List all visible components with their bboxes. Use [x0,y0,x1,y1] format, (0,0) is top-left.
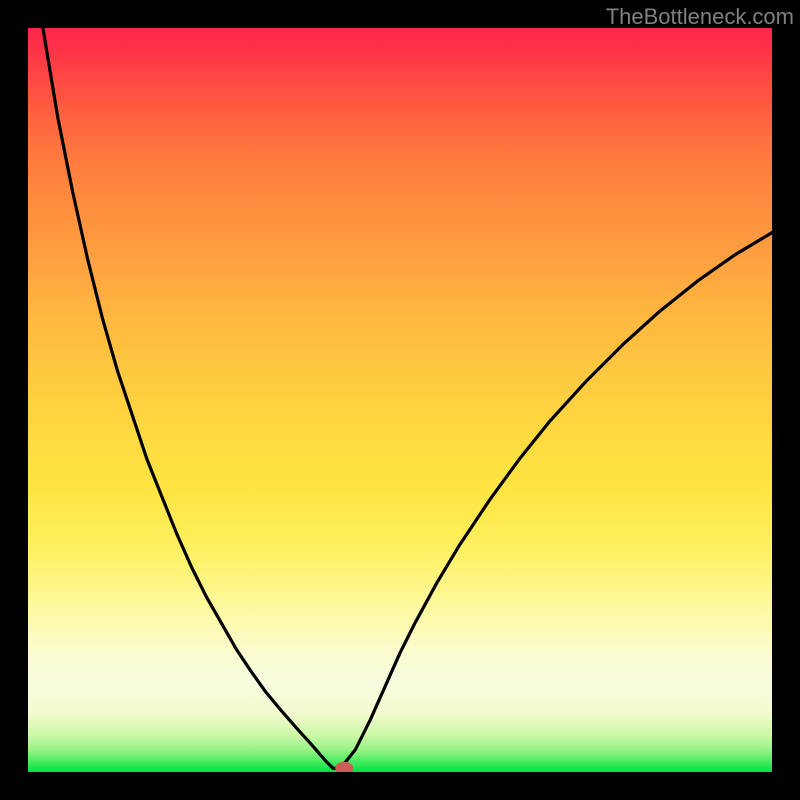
watermark-text: TheBottleneck.com [606,4,794,30]
chart-plot-area [28,28,772,772]
